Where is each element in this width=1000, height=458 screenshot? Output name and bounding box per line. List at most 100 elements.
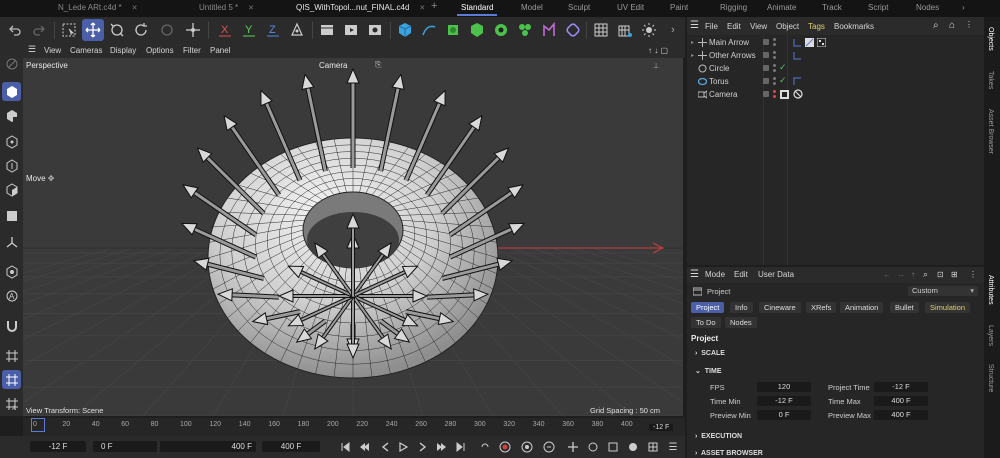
prev-frame-icon[interactable] — [378, 440, 392, 454]
menu-filter[interactable]: Filter — [183, 46, 201, 55]
attr-more-icon[interactable]: ⋮ — [969, 270, 977, 279]
tab-xrefs[interactable]: XRefs — [806, 302, 837, 313]
close-icon[interactable]: ✕ — [419, 5, 425, 12]
editor-visibility-dot[interactable] — [773, 90, 776, 93]
redo-icon[interactable] — [28, 19, 50, 41]
attr-search-icon[interactable]: ⌕ — [923, 269, 928, 280]
pen-spline-icon[interactable] — [418, 19, 440, 41]
align-tag-icon[interactable] — [793, 38, 802, 49]
rotate-tool-icon[interactable] — [130, 19, 152, 41]
protection-tag-icon[interactable] — [780, 90, 789, 101]
undo-icon[interactable] — [4, 19, 26, 41]
render-visibility-dot[interactable] — [773, 69, 776, 72]
mograph-effector-icon[interactable] — [514, 19, 536, 41]
object-row-main-arrow[interactable]: ▸ Main Arrow — [687, 36, 984, 49]
time-min-field[interactable]: -12 F — [757, 396, 811, 406]
snap-settings-icon[interactable] — [2, 262, 21, 281]
layer-icon[interactable] — [763, 52, 769, 58]
polygons-mode-icon[interactable] — [2, 180, 21, 199]
prev-key-icon[interactable] — [358, 440, 372, 454]
points-mode-icon[interactable] — [2, 132, 21, 151]
render-visibility-dot[interactable] — [773, 56, 776, 59]
editor-visibility-dot[interactable] — [773, 77, 776, 80]
section-scale[interactable]: › SCALE — [695, 350, 725, 357]
menu-panel[interactable]: Panel — [210, 46, 230, 55]
om-menu-tags[interactable]: Tags — [808, 22, 825, 31]
grid-snap-icon[interactable] — [590, 19, 612, 41]
menu-display[interactable]: Display — [110, 46, 136, 55]
om-menu-object[interactable]: Object — [776, 22, 799, 31]
nav-forward-icon[interactable]: → — [897, 270, 905, 279]
layout-script[interactable]: Script — [868, 3, 888, 12]
y-axis-lock-icon[interactable]: Y — [238, 19, 260, 41]
live-selection-icon[interactable] — [58, 19, 80, 41]
attr-menu-mode[interactable]: Mode — [705, 270, 725, 279]
expand-icon[interactable]: ▸ — [691, 52, 694, 59]
expand-icon[interactable]: ▸ — [691, 39, 694, 46]
editor-visibility-dot[interactable] — [773, 38, 776, 41]
3d-viewport[interactable]: Perspective Camera ⎘ Move ✥ View Transfo… — [23, 58, 683, 416]
side-tab-layers[interactable]: Layers — [987, 325, 994, 346]
max-frame-field[interactable]: 400 F — [262, 441, 320, 452]
cloner-icon[interactable] — [490, 19, 512, 41]
move-tool-icon[interactable] — [82, 19, 104, 41]
history-icon[interactable] — [156, 19, 178, 41]
rotation-key-icon[interactable] — [586, 440, 600, 454]
end-frame-field[interactable]: 400 F — [160, 441, 256, 452]
om-menu-edit[interactable]: Edit — [727, 22, 741, 31]
preview-min-field[interactable]: 0 F — [757, 410, 811, 420]
nav-up-icon[interactable]: ↑ — [911, 270, 915, 279]
material-tag-icon[interactable] — [816, 37, 827, 49]
playhead[interactable] — [31, 418, 45, 432]
camera-lock-icon[interactable]: ⎘ — [375, 60, 381, 70]
preview-max-field[interactable]: 400 F — [874, 410, 928, 420]
om-search-icon[interactable]: ⌕ — [933, 20, 939, 31]
tab-info[interactable]: Info — [730, 302, 753, 313]
extrude-generator-icon[interactable] — [466, 19, 488, 41]
scale-tool-icon[interactable] — [106, 19, 128, 41]
transform-tool-icon[interactable] — [182, 19, 204, 41]
model-mode-icon[interactable] — [2, 82, 21, 101]
layout-track[interactable]: Track — [822, 3, 842, 12]
object-row-circle[interactable]: Circle ✓ — [687, 62, 984, 75]
texture-mode-icon[interactable] — [2, 106, 21, 125]
timeline-ruler[interactable]: 0 20 40 60 80 100 120 140 160 180 200 220 240 260 280 3… — [23, 418, 685, 436]
record-icon[interactable] — [498, 440, 512, 454]
layout-rigging[interactable]: Rigging — [720, 3, 747, 12]
render-visibility-dot[interactable] — [773, 43, 776, 46]
new-tab-button[interactable]: + — [431, 0, 437, 12]
axis-mode-icon[interactable] — [2, 232, 21, 251]
x-axis-lock-icon[interactable]: X — [214, 19, 236, 41]
magnet-icon[interactable] — [2, 316, 21, 335]
om-home-icon[interactable]: ⌂ — [949, 20, 955, 31]
make-editable-icon[interactable] — [2, 54, 21, 73]
position-key-icon[interactable] — [566, 440, 580, 454]
time-max-field[interactable]: 400 F — [874, 396, 928, 406]
om-menu-file[interactable]: File — [705, 22, 718, 31]
toolbar-more-icon[interactable]: › — [662, 19, 684, 41]
menu-options[interactable]: Options — [146, 46, 174, 55]
layout-uv-edit[interactable]: UV Edit — [617, 3, 644, 12]
section-time[interactable]: ⌄ TIME — [695, 367, 722, 375]
tab-animation[interactable]: Animation — [840, 302, 884, 313]
cube-object-icon[interactable] — [394, 19, 416, 41]
render-visibility-dot[interactable] — [773, 95, 776, 98]
next-key-icon[interactable] — [434, 440, 448, 454]
coordinate-system-icon[interactable] — [286, 19, 308, 41]
om-more-icon[interactable]: ⋮ — [965, 20, 973, 29]
uv-mode-icon[interactable] — [2, 206, 21, 225]
tab-simulation[interactable]: Simulation — [925, 302, 971, 313]
tab-project[interactable]: Project — [691, 302, 725, 313]
layer-icon[interactable] — [763, 39, 769, 45]
subdivision-surface-icon[interactable] — [442, 19, 464, 41]
render-region-icon[interactable] — [638, 19, 660, 41]
project-time-field[interactable]: -12 F — [874, 382, 928, 392]
keyframe-selection-icon[interactable] — [542, 440, 556, 454]
attr-hamburger-icon[interactable]: ☰ — [690, 269, 699, 280]
om-menu-bookmarks[interactable]: Bookmarks — [834, 22, 874, 31]
om-hamburger-icon[interactable]: ☰ — [690, 20, 699, 31]
parameter-key-icon[interactable] — [626, 440, 640, 454]
z-axis-lock-icon[interactable]: Z — [262, 19, 284, 41]
om-menu-view[interactable]: View — [750, 22, 767, 31]
current-frame-field[interactable]: 0 F — [93, 441, 157, 452]
